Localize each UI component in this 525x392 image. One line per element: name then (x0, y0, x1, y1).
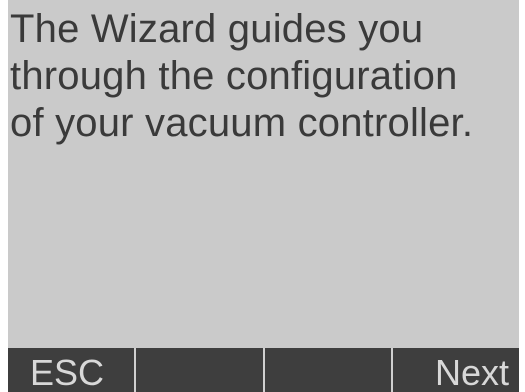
message-line-1: The Wizard guides you (10, 7, 424, 51)
message-line-2: through the configuration (10, 54, 458, 98)
softkey-bar: ESC Next (8, 348, 519, 392)
esc-softkey-label: ESC (30, 352, 105, 392)
message-line-3: of your vacuum controller. (10, 101, 474, 145)
next-softkey-label: Next (434, 352, 509, 392)
softkey-3[interactable] (262, 348, 391, 392)
lcd-display: The Wizard guides you through the config… (8, 0, 519, 392)
softkey-2[interactable] (134, 348, 262, 392)
next-softkey[interactable]: Next (390, 348, 519, 392)
esc-softkey[interactable]: ESC (8, 348, 134, 392)
wizard-message: The Wizard guides you through the config… (10, 6, 515, 147)
device-screen: The Wizard guides you through the config… (0, 0, 525, 392)
